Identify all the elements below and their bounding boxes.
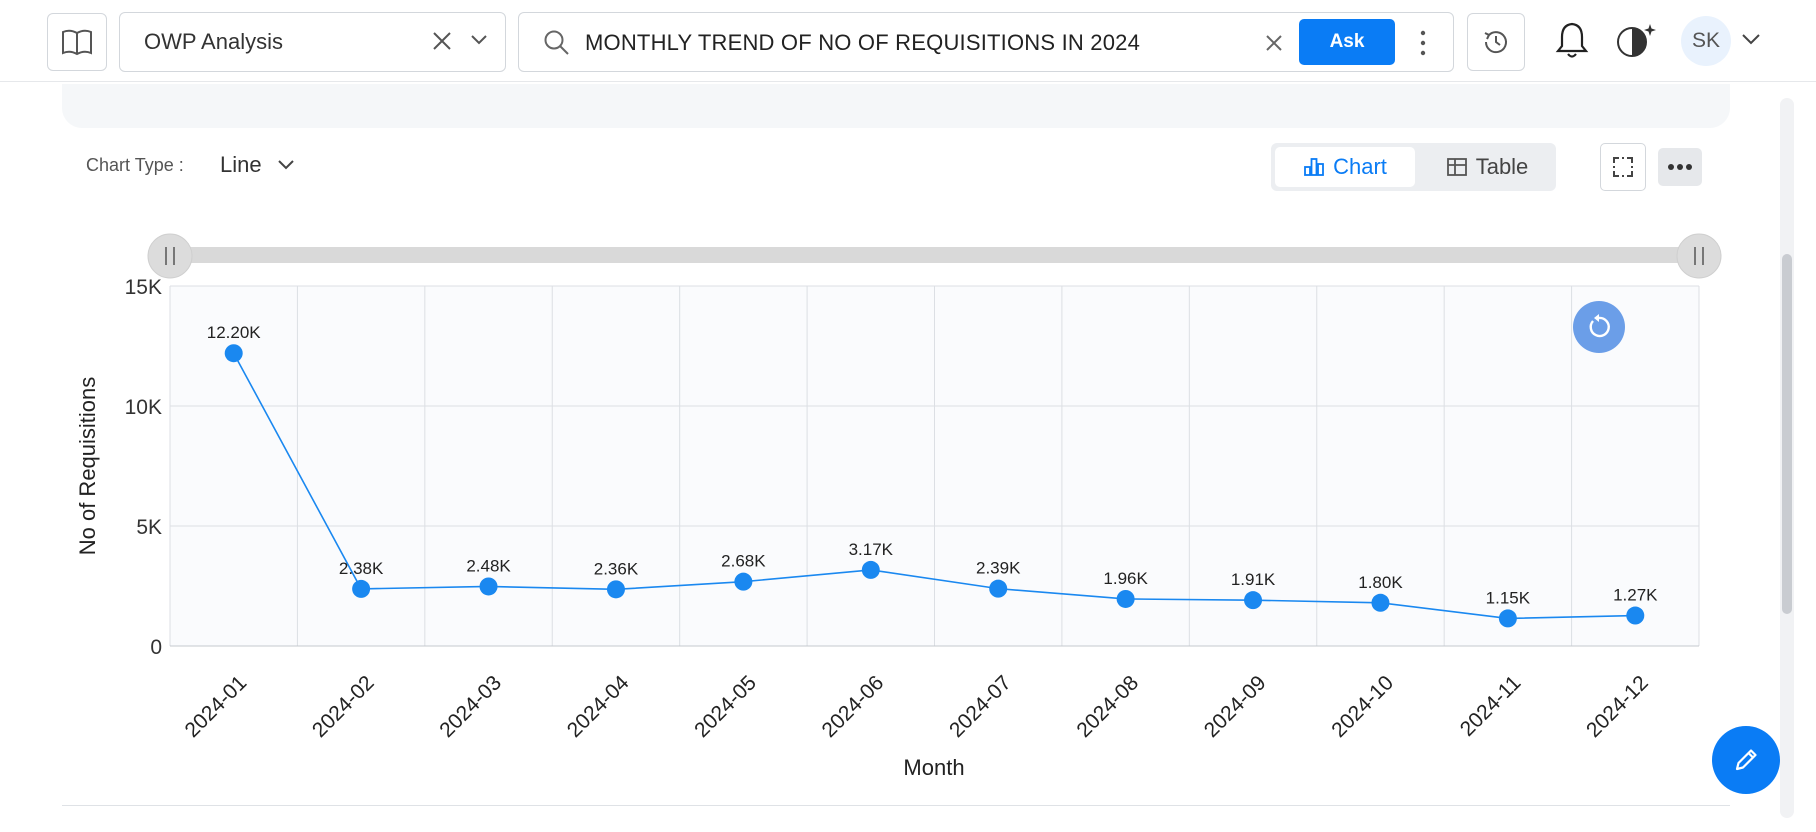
view-chart-button[interactable]: Chart	[1275, 147, 1415, 187]
data-point	[1498, 609, 1517, 628]
range-slider-right-handle[interactable]	[1676, 233, 1722, 279]
y-tick-label: 10K	[125, 396, 162, 419]
data-label: 2.48K	[466, 556, 511, 575]
chevron-down-icon[interactable]	[1740, 32, 1762, 46]
y-tick-label: 15K	[125, 276, 162, 299]
x-tick-label: 2024-06	[818, 671, 889, 742]
chevron-down-icon	[277, 160, 294, 170]
data-label: 12.20K	[207, 323, 262, 342]
book-icon	[62, 29, 92, 56]
x-tick-label: 2024-10	[1327, 671, 1398, 742]
table-icon	[1446, 158, 1467, 176]
pencil-icon	[1735, 749, 1757, 771]
data-point	[1116, 589, 1135, 608]
bar-chart-icon	[1304, 158, 1324, 176]
fullscreen-icon	[1613, 157, 1633, 177]
range-slider-left-handle[interactable]	[147, 233, 193, 279]
data-point	[606, 580, 625, 599]
search-input[interactable]: MONTHLY TREND OF NO OF REQUISITIONS IN 2…	[585, 30, 1140, 56]
data-label: 1.15K	[1486, 588, 1531, 607]
data-point	[989, 579, 1008, 598]
bell-icon[interactable]	[1555, 20, 1589, 60]
data-label: 1.80K	[1358, 573, 1403, 592]
data-label: 1.27K	[1613, 586, 1658, 605]
data-point	[224, 344, 243, 363]
chart-type-value: Line	[220, 152, 262, 177]
library-button[interactable]	[47, 13, 107, 71]
data-point	[861, 560, 880, 579]
data-point	[734, 572, 753, 591]
dataset-name: OWP Analysis	[144, 29, 283, 54]
data-label: 1.91K	[1231, 570, 1276, 589]
x-tick-label: 2024-12	[1582, 671, 1653, 742]
view-toggle: Chart Table	[1271, 143, 1556, 191]
x-tick-label: 2024-05	[690, 671, 761, 742]
x-tick-label: 2024-07	[945, 671, 1016, 742]
data-label: 2.39K	[976, 559, 1021, 578]
y-axis-label: No of Requisitions	[75, 377, 100, 556]
view-table-label: Table	[1475, 154, 1529, 179]
x-tick-label: 2024-11	[1456, 671, 1526, 741]
chart-type-dropdown[interactable]: Line	[220, 152, 296, 178]
reset-icon	[1589, 314, 1610, 338]
divider	[62, 805, 1730, 806]
dataset-selector[interactable]: OWP Analysis	[119, 12, 506, 72]
x-tick-label: 2024-08	[1072, 671, 1143, 742]
y-tick-label: 0	[150, 636, 162, 659]
chevron-down-icon[interactable]	[469, 33, 489, 47]
avatar[interactable]: SK	[1681, 16, 1731, 66]
previous-card-footer	[62, 84, 1730, 128]
search-bar[interactable]: MONTHLY TREND OF NO OF REQUISITIONS IN 2…	[518, 12, 1454, 72]
view-chart-label: Chart	[1333, 154, 1387, 179]
range-slider-track[interactable]	[170, 247, 1700, 263]
chart-type-label: Chart Type :	[86, 155, 184, 175]
line-chart: 0 5K 10K 15K 12.20K 2024-01 2.38K 2024-02 2.48K 2…	[75, 233, 1722, 780]
x-tick-label: 2024-02	[308, 671, 379, 742]
ask-button[interactable]: Ask	[1299, 19, 1395, 65]
clear-search-icon[interactable]	[1263, 32, 1285, 54]
x-axis-label: Month	[903, 755, 964, 780]
y-tick-label: 5K	[136, 516, 162, 539]
x-tick-label: 2024-04	[563, 671, 634, 742]
data-point	[1626, 606, 1645, 625]
x-tick-label: 2024-01	[180, 671, 251, 742]
more-options-button[interactable]	[1658, 148, 1702, 186]
search-icon	[544, 30, 569, 55]
data-label: 1.96K	[1103, 569, 1148, 588]
view-table-button[interactable]: Table	[1423, 147, 1551, 187]
x-tick-label: 2024-03	[435, 671, 506, 742]
data-point	[352, 579, 371, 598]
clear-dataset-icon[interactable]	[431, 30, 453, 52]
data-point	[1371, 593, 1390, 612]
scrollbar-thumb[interactable]	[1782, 254, 1792, 614]
data-point	[479, 577, 498, 596]
x-tick-label: 2024-09	[1200, 671, 1271, 742]
data-label: 3.17K	[849, 540, 894, 559]
theme-toggle-icon[interactable]	[1615, 20, 1659, 60]
data-point	[1244, 591, 1263, 610]
more-horizontal-icon	[1668, 164, 1692, 170]
data-label: 2.68K	[721, 552, 766, 571]
more-vertical-icon[interactable]	[1417, 28, 1429, 58]
plot-area: 0 5K 10K 15K 12.20K 2024-01 2.38K 2024-02 2.48K 2…	[125, 276, 1700, 742]
edit-button[interactable]	[1712, 726, 1780, 794]
top-bar: OWP Analysis MONTHLY TREND OF NO OF REQU…	[0, 0, 1816, 82]
reset-zoom-button[interactable]	[1573, 301, 1625, 353]
history-button[interactable]	[1467, 13, 1525, 71]
history-icon	[1484, 31, 1507, 54]
data-label: 2.38K	[339, 559, 384, 578]
expand-button[interactable]	[1600, 143, 1646, 191]
data-label: 2.36K	[594, 559, 639, 578]
